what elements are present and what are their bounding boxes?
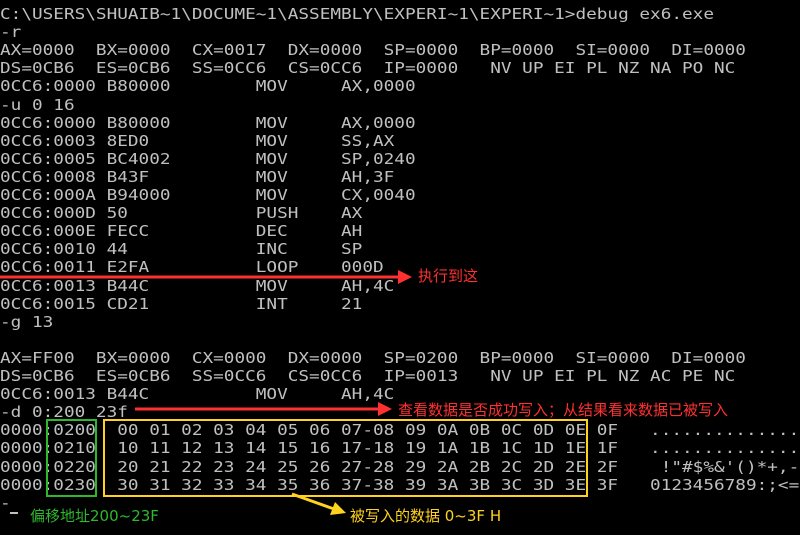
- arrow-exec-to-here: [0, 270, 412, 284]
- annotation-arrows: [0, 270, 412, 515]
- annotation-written-data: 被写入的数据 0~3F H: [350, 507, 502, 525]
- annotation-offset-range: 偏移地址200~23F: [30, 507, 159, 525]
- annotation-check-written: 查看数据是否成功写入；从结果看来数据已被写入: [398, 401, 729, 419]
- arrow-written-data: [291, 492, 346, 515]
- annotation-exec-to-here: 执行到这: [418, 267, 479, 285]
- arrow-check-written: [135, 402, 392, 416]
